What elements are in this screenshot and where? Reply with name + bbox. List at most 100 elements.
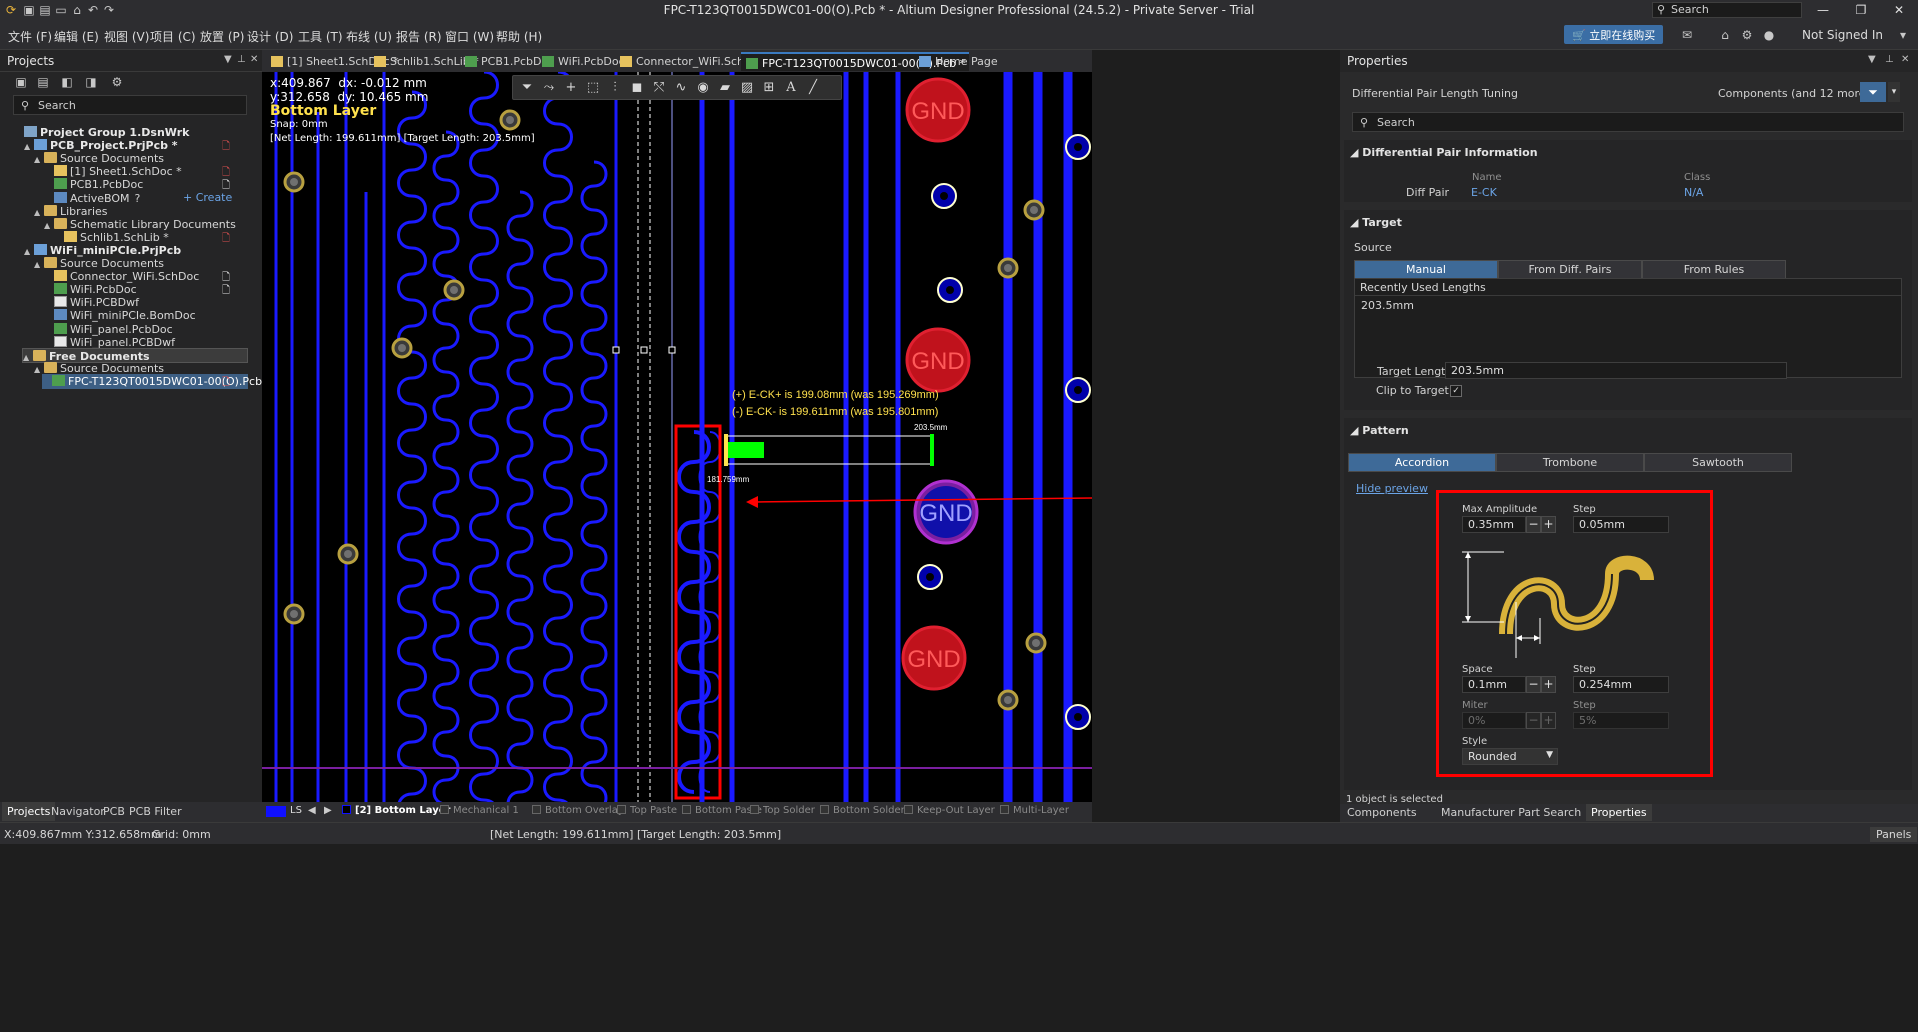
layer-set-button[interactable]: LS [290,805,302,816]
tree-expand-icon[interactable]: ▲ [24,139,34,154]
miter-step-input[interactable]: 5% [1573,712,1669,729]
notifications-icon[interactable]: ✉ [1680,28,1694,42]
menu-item[interactable]: 工具 (T) [298,28,343,45]
segment-option[interactable]: From Rules [1642,260,1786,279]
projects-search-input[interactable]: ⚲ Search [13,95,247,115]
close-panel-icon[interactable]: ✕ [250,54,258,65]
space-step-input[interactable]: 0.254mm [1573,676,1669,693]
route-icon[interactable]: ⤳ [541,80,557,96]
diff-pair-class[interactable]: N/A [1684,186,1703,199]
layer-tab[interactable]: Top Solder [750,805,815,816]
panel-menu-chevron-icon[interactable]: ▼ [1868,54,1876,65]
panels-button[interactable]: Panels [1870,827,1918,842]
region-icon[interactable]: ▨ [739,80,755,96]
cross-icon[interactable]: + [563,80,579,96]
panel-tab[interactable]: PCB Filter [124,802,187,821]
user-menu-chevron-icon[interactable]: ▾ [1896,28,1910,42]
diff-pair-name[interactable]: E-CK [1471,186,1497,199]
segment-option[interactable]: Manual [1354,260,1498,279]
space-input[interactable]: 0.1mm [1462,676,1526,693]
global-search-input[interactable]: ⚲ Search [1652,2,1802,18]
tree-expand-icon[interactable]: ▲ [34,257,44,272]
target-length-input[interactable]: 203.5mm [1445,362,1787,379]
panel-tab[interactable]: Components [1342,804,1422,821]
menu-item[interactable]: 窗口 (W) [445,28,494,45]
create-bom-link[interactable]: + Create [183,191,232,204]
gear-icon[interactable]: ⚙ [1740,28,1754,42]
miter-decrement-button[interactable]: − [1526,712,1541,729]
segment-option[interactable]: From Diff. Pairs [1498,260,1642,279]
maximize-button[interactable]: ❐ [1842,0,1880,20]
tree-expand-icon[interactable]: ▲ [34,152,44,167]
line-icon[interactable]: ╱ [805,80,821,96]
close-project-icon[interactable]: ◧ [60,75,74,89]
select-rect-icon[interactable]: ⬚ [585,80,601,96]
space-decrement-button[interactable]: − [1526,676,1541,693]
user-status[interactable]: Not Signed In [1802,28,1883,42]
layer-tab[interactable]: Top Paste [617,805,677,816]
pin-icon[interactable]: ⊥ [237,54,246,65]
segment-option[interactable]: Trombone [1496,453,1644,472]
panel-tab[interactable]: Manufacturer Part Search [1436,804,1586,821]
length-tuning-icon[interactable]: ∿ [673,80,689,96]
properties-search-input[interactable]: ⚲ Search [1352,112,1904,132]
menu-item[interactable]: 编辑 (E) [54,28,99,45]
save-project-icon[interactable]: ▣ [14,75,28,89]
close-panel-icon[interactable]: ✕ [1901,54,1909,65]
via-icon[interactable]: ◉ [695,80,711,96]
close-window-button[interactable]: ✕ [1880,0,1918,20]
menu-item[interactable]: 报告 (R) [396,28,442,45]
save-all-projects-icon[interactable]: ▤ [36,75,50,89]
pcb-board[interactable]: GND GND GND GND (+) E-CK+ is 199.08mm (was 1… [262,72,1092,802]
miter-increment-button[interactable]: + [1541,712,1556,729]
document-tab[interactable]: Home Page [914,52,1002,71]
space-increment-button[interactable]: + [1541,676,1556,693]
panel-tab[interactable]: Properties [1586,804,1652,821]
buy-online-button[interactable]: 🛒 立即在线购买 [1564,25,1664,44]
polygon-icon[interactable]: ▰ [717,80,733,96]
layer-tab[interactable]: [2] Bottom Layer [342,805,450,816]
layer-tab[interactable]: Bottom Solder [820,805,905,816]
component-icon[interactable]: ◼ [629,80,645,96]
recent-length-item[interactable]: 203.5mm [1355,296,1901,315]
menu-item[interactable]: 视图 (V) [104,28,149,45]
layer-tab[interactable]: Mechanical 1 [440,805,519,816]
layer-next-icon[interactable]: ▶ [324,805,332,816]
tree-expand-icon[interactable]: ▲ [24,244,34,259]
style-select[interactable]: Rounded ▼ [1462,748,1558,765]
pin-icon[interactable]: ⊥ [1885,54,1894,65]
project-options-icon[interactable]: ◨ [84,75,98,89]
clip-to-target-checkbox[interactable]: ✓ [1450,385,1462,397]
tree-item[interactable]: FPC-T123QT0015DWC01-00(O).Pcb * [42,373,271,389]
layer-prev-icon[interactable]: ◀ [308,805,316,816]
menu-item[interactable]: 文件 (F) [8,28,52,45]
text-icon[interactable]: A [783,80,799,96]
pattern-header[interactable]: ◢ Pattern [1350,424,1409,437]
dimension-icon[interactable]: ⊞ [761,80,777,96]
menu-item[interactable]: 设计 (D) [247,28,293,45]
max-amplitude-decrement-button[interactable]: − [1526,516,1541,533]
segment-option[interactable]: Sawtooth [1644,453,1792,472]
hide-preview-link[interactable]: Hide preview [1356,482,1428,495]
menu-item[interactable]: 放置 (P) [200,28,244,45]
max-amplitude-increment-button[interactable]: + [1541,516,1556,533]
home-icon[interactable]: ⌂ [1718,28,1732,42]
amplitude-step-input[interactable]: 0.05mm [1573,516,1669,533]
help-icon[interactable]: ? [135,192,141,205]
filter-dropdown-chevron-icon[interactable]: ▾ [1888,82,1900,102]
align-icon[interactable]: ⫶ [607,80,623,96]
filter-icon[interactable]: ⏷ [1860,82,1886,102]
tree-expand-icon[interactable]: ▲ [23,350,33,365]
current-layer-swatch[interactable] [266,806,286,817]
interactive-route-icon[interactable]: ⤲ [651,80,667,96]
pcb-canvas[interactable]: GND GND GND GND (+) E-CK+ is 199.08mm (was 1… [262,72,1092,802]
segment-option[interactable]: Accordion [1348,453,1496,472]
miter-input[interactable]: 0% [1462,712,1526,729]
layer-tab[interactable]: Bottom Overlay [532,805,624,816]
menu-item[interactable]: 布线 (U) [346,28,392,45]
layer-tab[interactable]: Multi-Layer [1000,805,1069,816]
layer-tab[interactable]: Keep-Out Layer [904,805,995,816]
target-header[interactable]: ◢ Target [1350,216,1402,229]
tree-expand-icon[interactable]: ▲ [44,218,54,233]
menu-item[interactable]: 帮助 (H) [496,28,542,45]
